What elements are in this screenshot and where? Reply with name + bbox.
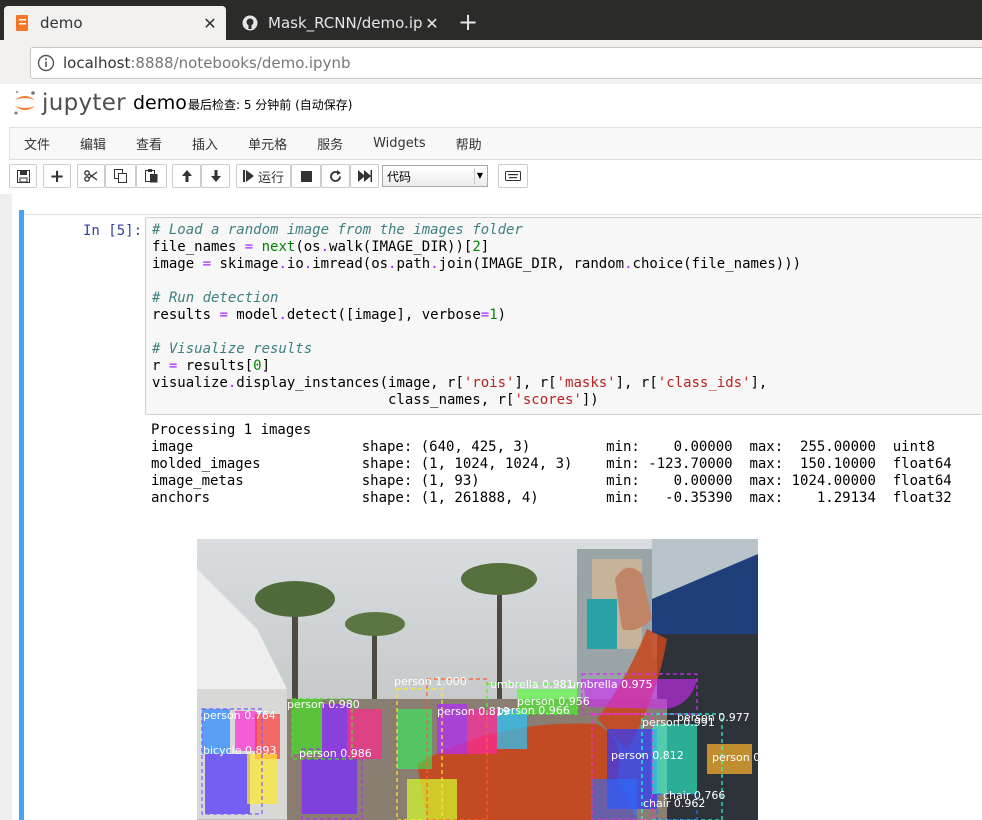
select-arrow-icon: ▼ (474, 168, 485, 184)
arrow-down-icon (210, 170, 221, 182)
output-line: anchors shape: (1, 261888, 4) min: -0.35… (151, 490, 952, 506)
detection-label: umbrella 0.975 (569, 678, 653, 691)
move-up-button[interactable] (172, 164, 201, 188)
detection-label: person 0. (712, 751, 758, 764)
menu-cell[interactable]: 单元格 (234, 134, 301, 153)
detection-label: umbrella 0.981 (490, 678, 574, 691)
browser-tab-github[interactable]: Mask_RCNN/demo.ipynb ✕ (232, 6, 448, 40)
run-button[interactable]: 运行 (236, 164, 291, 188)
output-line: Processing 1 images (151, 422, 312, 438)
output-line: molded_images shape: (1, 1024, 1024, 3) … (151, 456, 952, 472)
detection-label: person 0.764 (203, 709, 276, 722)
insert-cell-button[interactable]: + (43, 164, 71, 188)
stop-icon (300, 170, 312, 182)
address-bar: localhost:8888/notebooks/demo.ipynb (0, 40, 982, 84)
close-tab-icon[interactable]: ✕ (200, 14, 220, 33)
code-editor[interactable]: # Load a random image from the images fo… (152, 222, 801, 409)
detection-label: person 0.819 (437, 705, 510, 718)
close-tab-icon[interactable]: ✕ (422, 14, 442, 33)
jupyter-header: jupyter demo 最后检查: 5 分钟前 (自动保存) (0, 84, 982, 126)
menu-view[interactable]: 查看 (122, 134, 176, 153)
command-palette-button[interactable] (498, 164, 528, 188)
copy-icon (114, 169, 127, 183)
restart-button[interactable] (321, 164, 350, 188)
url-field[interactable]: localhost:8888/notebooks/demo.ipynb (30, 47, 982, 79)
save-icon (16, 169, 30, 183)
detection-label: person 0.812 (611, 749, 684, 762)
move-down-button[interactable] (201, 164, 230, 188)
detection-label: chair 0.962 (643, 797, 705, 810)
step-forward-icon (242, 170, 254, 182)
input-prompt: In [5]: (83, 223, 143, 239)
interrupt-button[interactable] (291, 164, 321, 188)
output-line: image shape: (640, 425, 3) min: 0.00000 … (151, 439, 935, 455)
menu-kernel[interactable]: 服务 (303, 134, 357, 153)
paste-icon (145, 169, 158, 183)
checkpoint-status: 最后检查: 5 分钟前 (自动保存) (188, 98, 353, 112)
cell-output-text: Processing 1 images image shape: (640, 4… (151, 422, 952, 507)
scissors-icon (84, 170, 98, 182)
logo-text: jupyter (42, 90, 126, 116)
github-icon (242, 15, 258, 31)
notebook-name[interactable]: demo (133, 92, 187, 114)
fast-forward-icon (357, 170, 372, 182)
tab-title: demo (40, 14, 83, 32)
detection-output-image: person 1.000 umbrella 0.981 umbrella 0.9… (197, 539, 758, 820)
detection-label: bicycle 0.893 (203, 744, 276, 757)
jupyter-logo[interactable]: jupyter (12, 88, 126, 118)
run-label: 运行 (257, 170, 284, 186)
url-text: localhost:8888/notebooks/demo.ipynb (63, 54, 351, 72)
info-icon[interactable] (37, 54, 55, 72)
keyboard-icon (505, 171, 521, 181)
refresh-icon (330, 169, 341, 182)
paste-button[interactable] (136, 164, 167, 188)
notebook-favicon-icon (14, 15, 30, 31)
previous-cell-edge (22, 194, 982, 215)
menu-widgets[interactable]: Widgets (359, 136, 440, 151)
detection-label: person 0.986 (299, 747, 372, 760)
arrow-up-icon (181, 170, 192, 182)
detection-label: person 0.991 (642, 716, 715, 729)
cell-type-select[interactable]: 代码 ▼ (382, 165, 488, 187)
notebook-toolbar: + 运行 代码 ▼ (0, 160, 982, 194)
copy-button[interactable] (105, 164, 136, 188)
browser-tab-demo[interactable]: demo ✕ (4, 6, 226, 40)
detection-label: person 1.000 (394, 675, 467, 688)
plus-icon: + (49, 165, 65, 187)
menu-edit[interactable]: 编辑 (66, 134, 120, 153)
menu-help[interactable]: 帮助 (442, 134, 496, 153)
selected-cell-indicator (19, 210, 24, 820)
save-button[interactable] (9, 164, 37, 188)
menu-file[interactable]: 文件 (10, 134, 64, 153)
restart-run-all-button[interactable] (350, 164, 379, 188)
cut-button[interactable] (77, 164, 105, 188)
cell-type-value: 代码 (387, 169, 412, 184)
output-line: image_metas shape: (1, 93) min: 0.00000 … (151, 473, 952, 489)
browser-tab-strip: demo ✕ Mask_RCNN/demo.ipynb ✕ + (0, 0, 982, 40)
new-tab-button[interactable]: + (458, 8, 478, 36)
tab-title: Mask_RCNN/demo.ipynb (268, 14, 422, 32)
menu-bar: 文件 编辑 查看 插入 单元格 服务 Widgets 帮助 (9, 127, 982, 160)
menu-insert[interactable]: 插入 (178, 134, 232, 153)
detection-label: person 0.980 (287, 698, 360, 711)
jupyter-logo-icon (14, 90, 35, 115)
